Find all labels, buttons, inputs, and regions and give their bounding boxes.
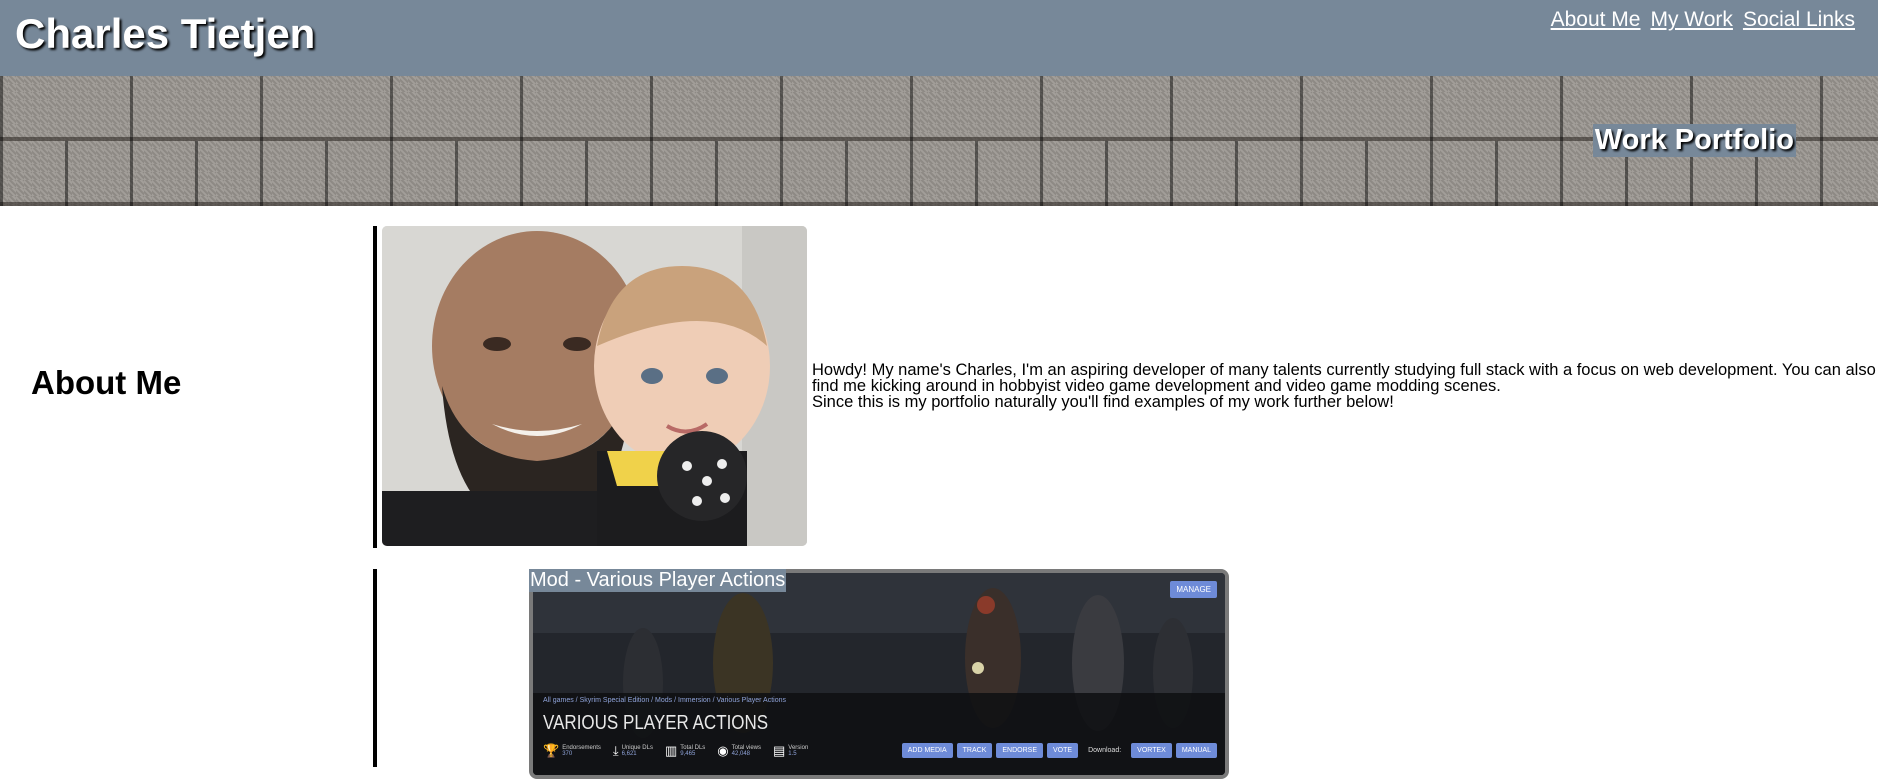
stat-value: 6,621 xyxy=(621,751,637,757)
file-icon: ▤ xyxy=(772,743,786,758)
about-heading: About Me xyxy=(31,364,182,401)
site-header: Charles Tietjen About Me My Work Social … xyxy=(0,0,1878,76)
vortex-button: VORTEX xyxy=(1131,743,1172,758)
main-nav: About Me My Work Social Links xyxy=(1551,8,1855,32)
stat-value: 9,465 xyxy=(680,751,696,757)
add-media-button: ADD MEDIA xyxy=(901,743,953,758)
stat-value: 370 xyxy=(562,751,573,757)
eye-icon: ◉ xyxy=(717,743,729,758)
work-card-various-player-actions[interactable]: MANAGE All games / Skyrim Special Editio… xyxy=(529,569,1229,779)
stat-value: 1.5 xyxy=(788,751,797,757)
chart-icon: ▥ xyxy=(664,743,678,758)
manage-button: MANAGE xyxy=(1170,581,1217,598)
nav-about-me[interactable]: About Me xyxy=(1551,8,1641,32)
banner-title: Work Portfolio xyxy=(1592,124,1796,157)
download-icon: ⤓ xyxy=(612,743,619,758)
stat-total-dls: ▥ Total DLs 9,465 xyxy=(665,743,705,759)
nav-social-links[interactable]: Social Links xyxy=(1743,8,1855,32)
nav-my-work[interactable]: My Work xyxy=(1650,8,1732,32)
about-paragraph-portfolio: Since this is my portfolio naturally you… xyxy=(812,393,1394,411)
site-title: Charles Tietjen xyxy=(15,10,316,57)
stat-version: ▤ Version 1.5 xyxy=(773,743,808,759)
mod-breadcrumb: All games / Skyrim Special Edition / Mod… xyxy=(543,697,787,704)
work-section-border xyxy=(373,569,377,767)
vote-button: VOTE xyxy=(1047,743,1079,758)
mod-stats: 🏆 Endorsements 370 ⤓ Unique DLs 6,621 ▥ … xyxy=(543,743,808,759)
download-label: Download: xyxy=(1088,747,1122,754)
stat-unique-dls: ⤓ Unique DLs 6,621 xyxy=(613,743,653,759)
profile-photo xyxy=(382,226,807,546)
stat-total-views: ◉ Total views 42,048 xyxy=(717,743,761,759)
stone-wall-banner: Work Portfolio xyxy=(0,76,1878,206)
mod-screenshot: MANAGE All games / Skyrim Special Editio… xyxy=(533,573,1225,775)
about-section-border xyxy=(373,226,377,548)
manual-button: MANUAL xyxy=(1175,743,1217,758)
stat-value: 42,048 xyxy=(731,751,750,757)
work-title[interactable]: Mod - Various Player Actions xyxy=(529,569,787,592)
stat-endorsements: 🏆 Endorsements 370 xyxy=(543,743,601,759)
about-text: Howdy! My name's Charles, I'm an aspirin… xyxy=(812,361,1876,411)
mod-name: VARIOUS PLAYER ACTIONS xyxy=(543,712,769,734)
mod-actions: ADD MEDIA TRACK ENDORSE VOTE Download: V… xyxy=(901,743,1217,758)
trophy-icon: 🏆 xyxy=(543,743,560,758)
track-button: TRACK xyxy=(956,743,993,758)
endorse-button: ENDORSE xyxy=(996,743,1044,758)
about-paragraph-intro: Howdy! My name's Charles, I'm an aspirin… xyxy=(812,361,1876,395)
